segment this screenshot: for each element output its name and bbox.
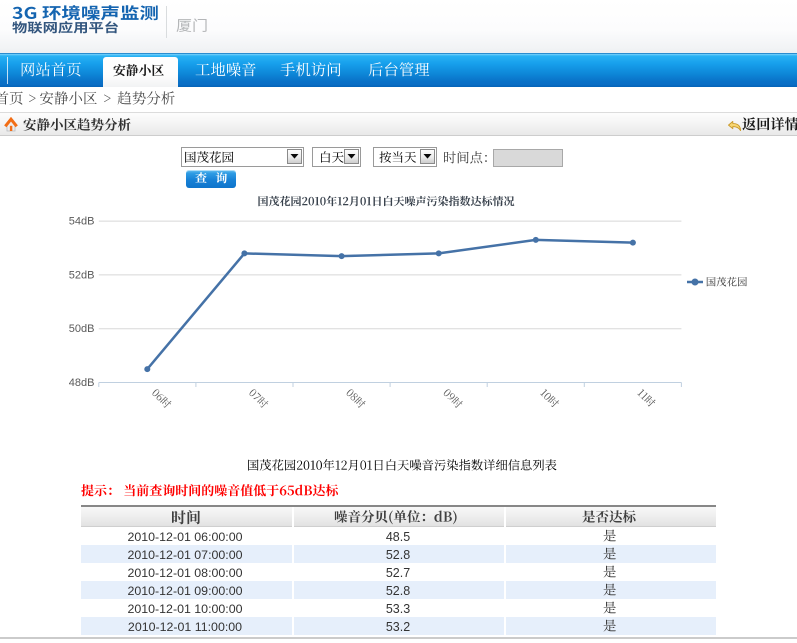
svg-text:54dB: 54dB (69, 216, 95, 228)
svg-text:48dB: 48dB (69, 377, 95, 389)
svg-text:50dB: 50dB (69, 323, 95, 335)
svg-text:52dB: 52dB (69, 269, 95, 281)
